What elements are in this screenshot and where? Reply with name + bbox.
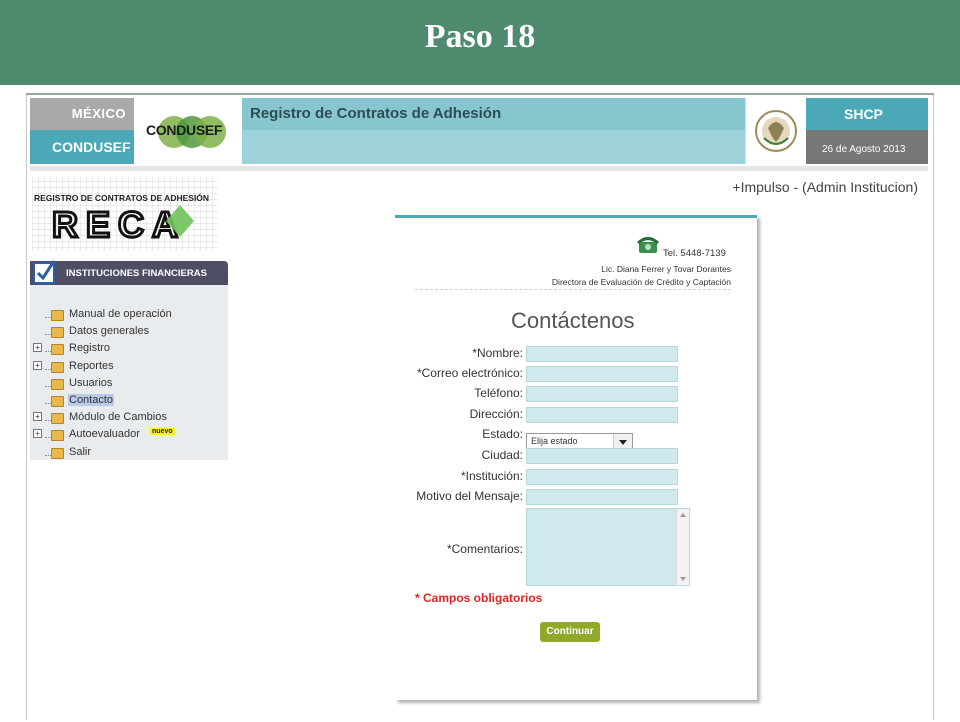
textarea-scrollbar[interactable]: [676, 509, 689, 585]
expand-icon[interactable]: +: [33, 429, 42, 439]
reca-caption: REGISTRO DE CONTRATOS DE ADHESIÓN: [34, 192, 209, 203]
shcp-tab[interactable]: SHCP: [806, 98, 928, 130]
phone-icon: [637, 237, 659, 253]
menu-item-label[interactable]: Autoevaluador: [68, 428, 141, 440]
institucion-label: *Institución:: [460, 469, 523, 483]
menu-item-autoevaluador[interactable]: + Autoevaluador nuevo: [30, 426, 228, 443]
menu-item-manual[interactable]: Manual de operación: [30, 306, 228, 323]
menu-item-label[interactable]: Registro: [68, 342, 111, 354]
checklist-icon: [33, 260, 56, 284]
reca-word: RECA: [52, 204, 186, 245]
contact-person: Lic. Diana Ferrer y Tovar Dorantes: [601, 264, 731, 274]
menu-item-label[interactable]: Datos generales: [68, 325, 150, 337]
header-divider: [30, 166, 928, 171]
comentarios-label: *Comentarios:: [446, 542, 523, 556]
mexico-label: MÉXICO: [71, 106, 126, 121]
scroll-down-icon[interactable]: [680, 577, 686, 581]
contact-panel: Tel. 5448-7139 Lic. Diana Ferrer y Tovar…: [395, 215, 757, 700]
condusef-logo[interactable]: CONDUSEF: [134, 98, 242, 164]
scroll-up-icon[interactable]: [680, 513, 686, 517]
folder-icon: [51, 447, 64, 459]
folder-icon: [51, 395, 64, 407]
menu-item-label[interactable]: Contacto: [68, 393, 115, 406]
screenshot-frame: MÉXICO CONDUSEF CONDUSEF Registro de Con…: [26, 93, 934, 722]
divider: [415, 289, 731, 290]
menu-item-modulo-cambios[interactable]: + Módulo de Cambios: [30, 409, 228, 426]
banner-title-bar: Registro de Contratos de Adhesión: [242, 98, 745, 130]
folder-icon: [51, 344, 64, 356]
nombre-label: *Nombre:: [472, 346, 523, 360]
motivo-label: Motivo del Mensaje:: [416, 489, 523, 503]
folder-icon: [51, 378, 64, 390]
expand-icon[interactable]: +: [33, 412, 42, 422]
date-bar: 26 de Agosto 2013: [806, 130, 928, 164]
current-date: 26 de Agosto 2013: [822, 144, 906, 155]
folder-icon: [51, 327, 64, 339]
ciudad-field[interactable]: [526, 448, 678, 464]
menu-item-datos-generales[interactable]: Datos generales: [30, 323, 228, 340]
menu-item-reportes[interactable]: + Reportes: [30, 358, 228, 375]
mexico-tab: MÉXICO: [30, 98, 134, 130]
expand-icon[interactable]: +: [33, 343, 42, 353]
menu-item-registro[interactable]: + Registro: [30, 340, 228, 357]
menu-item-label[interactable]: Módulo de Cambios: [68, 411, 168, 423]
menu-item-salir[interactable]: Salir: [30, 444, 228, 461]
contact-title: Contáctenos: [511, 308, 635, 333]
direccion-label: Dirección:: [469, 407, 523, 421]
menu-item-label[interactable]: Salir: [68, 446, 92, 458]
correo-field[interactable]: [526, 366, 678, 382]
menu-item-usuarios[interactable]: Usuarios: [30, 375, 228, 392]
nombre-field[interactable]: [526, 346, 678, 362]
reca-logo: REGISTRO DE CONTRATOS DE ADHESIÓN RECA: [32, 177, 218, 251]
condusef-logo-text: CONDUSEF: [146, 122, 223, 138]
telefono-field[interactable]: [526, 386, 678, 402]
telefono-label: Teléfono:: [474, 386, 523, 400]
menu-header-label: INSTITUCIONES FINANCIERAS: [66, 268, 207, 279]
institucion-field[interactable]: [526, 469, 678, 485]
ciudad-label: Ciudad:: [481, 448, 523, 462]
condusef-label: CONDUSEF: [52, 139, 131, 155]
estado-selected: Elija estado: [531, 436, 578, 446]
folder-icon: [51, 310, 64, 321]
comentarios-textarea[interactable]: [526, 508, 690, 586]
sidebar-menu: Manual de operación Datos generales + Re…: [30, 285, 228, 460]
condusef-tab[interactable]: CONDUSEF: [30, 130, 134, 164]
menu-item-contacto[interactable]: Contacto: [30, 392, 228, 409]
banner-title: Registro de Contratos de Adhesión: [250, 105, 502, 122]
header-banner: MÉXICO CONDUSEF CONDUSEF Registro de Con…: [30, 98, 928, 164]
estado-label: Estado:: [482, 427, 523, 441]
menu-item-label[interactable]: Reportes: [68, 360, 115, 372]
contact-phone: Tel. 5448-7139: [663, 248, 726, 259]
contact-position: Directora de Evaluación de Crédito y Cap…: [551, 277, 731, 287]
national-seal-icon: [745, 98, 806, 164]
expand-icon[interactable]: +: [33, 360, 42, 370]
required-fields-note: * Campos obligatorios: [415, 591, 543, 605]
menu-item-label[interactable]: Manual de operación: [68, 308, 173, 320]
slide-title: Paso 18: [424, 18, 536, 55]
folder-icon: [51, 430, 64, 442]
continue-button[interactable]: Continuar: [540, 622, 600, 642]
new-badge: nuevo: [150, 428, 175, 436]
correo-label: *Correo electrónico:: [416, 366, 523, 380]
motivo-field[interactable]: [526, 489, 678, 505]
user-links[interactable]: +Impulso - (Admin Institucion): [732, 179, 918, 195]
folder-icon: [51, 361, 64, 373]
menu-item-label[interactable]: Usuarios: [68, 377, 113, 389]
folder-icon: [51, 413, 64, 425]
menu-header: INSTITUCIONES FINANCIERAS: [30, 260, 228, 285]
banner-lower-bar: [242, 130, 745, 164]
direccion-field[interactable]: [526, 407, 678, 423]
shcp-label: SHCP: [844, 106, 883, 122]
